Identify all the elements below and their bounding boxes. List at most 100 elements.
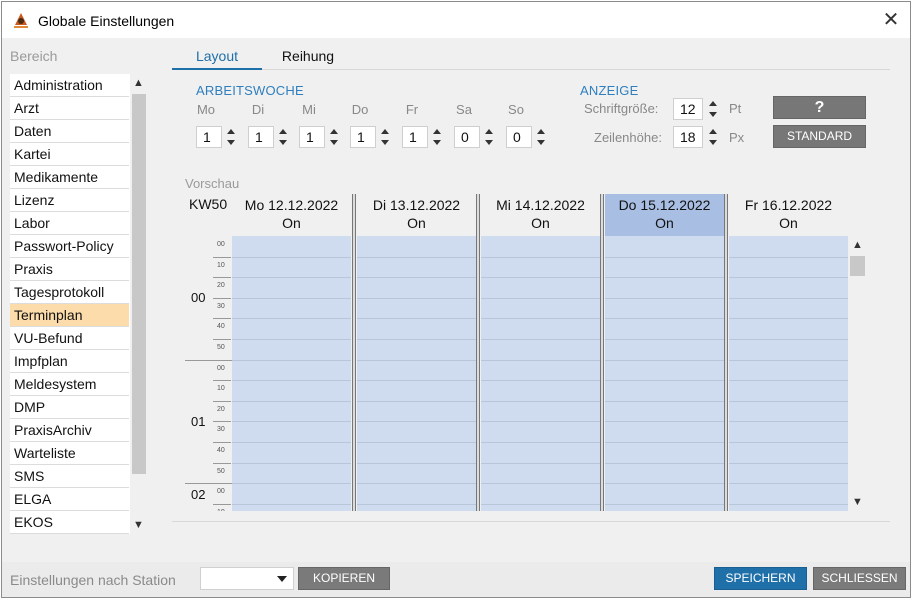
- preview-scrollbar[interactable]: ▲ ▼: [848, 236, 867, 511]
- sidebar-item-passwort-policy[interactable]: Passwort-Policy: [10, 235, 129, 258]
- day-column[interactable]: [357, 236, 476, 511]
- sidebar-item-tagesprotokoll[interactable]: Tagesprotokoll: [10, 281, 129, 304]
- day-stepper-do[interactable]: [379, 126, 391, 148]
- chevron-up-icon[interactable]: ▲: [848, 236, 867, 254]
- sidebar-item-daten[interactable]: Daten: [10, 120, 129, 143]
- close-button[interactable]: SCHLIESSEN: [813, 567, 906, 590]
- minute-tick: [213, 297, 231, 299]
- title-bar: Globale Einstellungen ✕: [2, 2, 910, 38]
- preview-scroll-thumb[interactable]: [850, 256, 865, 276]
- day-input-mo[interactable]: 1: [196, 126, 222, 148]
- day-stepper-mi[interactable]: [328, 126, 340, 148]
- day-input-di[interactable]: 1: [248, 126, 274, 148]
- day-stepper-mo[interactable]: [225, 126, 237, 148]
- row-height-stepper[interactable]: [707, 126, 719, 148]
- sidebar-item-vu-befund[interactable]: VU-Befund: [10, 327, 129, 350]
- minute-tick: [213, 442, 231, 443]
- sidebar-item-administration[interactable]: Administration: [10, 74, 129, 97]
- station-select[interactable]: [200, 567, 294, 590]
- list-scroll-thumb[interactable]: [132, 94, 146, 474]
- time-slot-line: [729, 380, 848, 382]
- copy-button[interactable]: KOPIEREN: [298, 567, 390, 590]
- sidebar-item-praxisarchiv[interactable]: PraxisArchiv: [10, 419, 129, 442]
- category-list: ▲ ▼ Administration Arzt Daten Kartei Medikam…: [10, 74, 147, 534]
- list-scrollbar[interactable]: ▲ ▼: [130, 74, 147, 534]
- sidebar-item-elga[interactable]: ELGA: [10, 488, 129, 511]
- font-size-stepper[interactable]: [707, 98, 719, 120]
- day-column-header[interactable]: Mo 12.12.2022 On: [232, 194, 351, 236]
- time-slot-line: [481, 483, 600, 485]
- row-height-input[interactable]: 18: [673, 126, 703, 148]
- column-date: Fr 16.12.2022: [744, 197, 833, 213]
- time-slot-line: [232, 256, 351, 258]
- sidebar-item-dmp[interactable]: DMP: [10, 396, 129, 419]
- sidebar-item-lizenz[interactable]: Lizenz: [10, 189, 129, 212]
- column-status: On: [407, 215, 426, 231]
- day-input-fr[interactable]: 1: [402, 126, 428, 148]
- tab-reihung[interactable]: Reihung: [272, 48, 344, 70]
- sidebar-item-medikamente[interactable]: Medikamente: [10, 166, 129, 189]
- day-column-header[interactable]: Mi 14.12.2022 On: [481, 194, 600, 236]
- font-size-input[interactable]: 12: [673, 98, 703, 120]
- day-column-header[interactable]: Do 15.12.2022 On: [605, 194, 724, 236]
- sidebar-label: Bereich: [10, 48, 58, 64]
- column-separator[interactable]: [476, 194, 480, 511]
- minute-tick: [213, 277, 231, 279]
- hour-label: 00: [191, 290, 206, 305]
- day-column[interactable]: [729, 236, 848, 511]
- day-column-header[interactable]: Di 13.12.2022 On: [357, 194, 476, 236]
- time-slot-line: [357, 339, 476, 340]
- day-input-sa[interactable]: 0: [454, 126, 480, 148]
- time-slot-line: [232, 277, 351, 279]
- day-input-mi[interactable]: 1: [299, 126, 325, 148]
- sidebar-item-ekos[interactable]: EKOS: [10, 511, 129, 534]
- bottom-bar: Einstellungen nach Station KOPIEREN SPEI…: [2, 562, 910, 597]
- column-date: Di 13.12.2022: [372, 197, 461, 213]
- sidebar-item-sms[interactable]: SMS: [10, 465, 129, 488]
- day-stepper-di[interactable]: [277, 126, 289, 148]
- chevron-up-icon[interactable]: ▲: [130, 74, 147, 92]
- help-button[interactable]: ?: [773, 96, 866, 119]
- day-column[interactable]: [605, 236, 724, 511]
- arbeitswoche-heading: ARBEITSWOCHE: [196, 83, 304, 98]
- time-slot-line: [729, 256, 848, 258]
- settings-dialog: Globale Einstellungen ✕ Bereich ▲ ▼ Admi…: [1, 1, 911, 598]
- day-stepper-so[interactable]: [535, 126, 547, 148]
- sidebar-item-meldesystem[interactable]: Meldesystem: [10, 373, 129, 396]
- standard-button[interactable]: STANDARD: [773, 125, 866, 148]
- column-separator[interactable]: [724, 194, 728, 511]
- day-stepper-sa[interactable]: [483, 126, 495, 148]
- chevron-down-icon[interactable]: ▼: [848, 493, 867, 511]
- time-slot-line: [729, 359, 848, 361]
- time-slot-line: [605, 462, 724, 464]
- time-slot-line: [357, 462, 476, 464]
- save-button[interactable]: SPEICHERN: [714, 567, 807, 590]
- close-icon[interactable]: ✕: [880, 9, 902, 31]
- day-stepper-fr[interactable]: [431, 126, 443, 148]
- sidebar-item-terminplan[interactable]: Terminplan: [10, 304, 129, 327]
- day-label-so: So: [508, 102, 524, 117]
- hour-label: 02: [191, 487, 206, 503]
- tab-layout[interactable]: Layout: [172, 48, 262, 70]
- chevron-down-icon[interactable]: [277, 576, 287, 582]
- sidebar-item-kartei[interactable]: Kartei: [10, 143, 129, 166]
- sidebar-item-arzt[interactable]: Arzt: [10, 97, 129, 120]
- sidebar-item-labor[interactable]: Labor: [10, 212, 129, 235]
- sidebar-item-praxis[interactable]: Praxis: [10, 258, 129, 281]
- day-column[interactable]: [232, 236, 351, 511]
- day-input-so[interactable]: 0: [506, 126, 532, 148]
- column-status: On: [655, 215, 674, 231]
- day-column-header[interactable]: Fr 16.12.2022 On: [729, 194, 848, 236]
- time-slot-line: [232, 318, 351, 320]
- time-slot-line: [232, 483, 351, 485]
- sidebar-item-impfplan[interactable]: Impfplan: [10, 350, 129, 373]
- day-input-do[interactable]: 1: [350, 126, 376, 148]
- chevron-down-icon[interactable]: ▼: [130, 516, 147, 534]
- column-separator[interactable]: [600, 194, 604, 511]
- minute-tick: [213, 400, 231, 402]
- time-slot-line: [605, 483, 724, 485]
- minute-label: 10: [217, 385, 225, 393]
- column-separator[interactable]: [352, 194, 356, 511]
- day-column[interactable]: [481, 236, 600, 511]
- sidebar-item-warteliste[interactable]: Warteliste: [10, 442, 129, 465]
